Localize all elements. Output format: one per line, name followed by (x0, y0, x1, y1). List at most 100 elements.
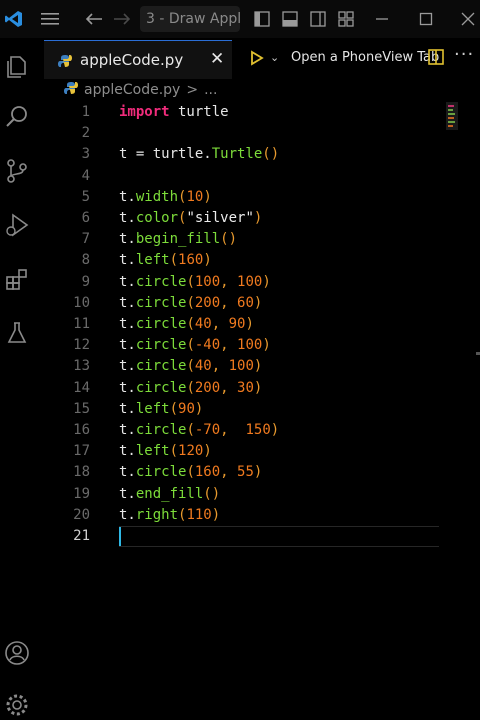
line-number: 10 (73, 294, 90, 311)
code-token: t. (119, 294, 136, 311)
code-text: t.circle(200, 30) (119, 378, 262, 399)
line-number: 21 (73, 528, 90, 544)
source-control-icon[interactable] (2, 156, 32, 186)
code-token: ) (203, 252, 212, 269)
scrollbar-marker[interactable] (476, 352, 480, 355)
run-python-file-icon[interactable] (250, 50, 264, 70)
code-token: 110 (186, 506, 212, 523)
toggle-secondary-sidebar-icon[interactable] (308, 6, 328, 32)
code-line[interactable]: 5 t.width(10) (34, 187, 480, 208)
minimize-icon[interactable] (372, 6, 392, 32)
maximize-icon[interactable] (416, 6, 436, 32)
code-token: begin_fill (135, 231, 221, 248)
customize-layout-icon[interactable] (336, 6, 356, 32)
window-title[interactable]: 3 - Draw Apple (140, 6, 240, 32)
line-number: 18 (73, 464, 90, 481)
code-token: -40 (194, 337, 221, 354)
code-line[interactable]: 7 t.begin_fill() (34, 229, 480, 250)
code-line[interactable]: 9 t.circle(100, 100) (34, 272, 480, 293)
code-token: ( (186, 464, 195, 481)
line-number: 2 (81, 125, 90, 142)
close-window-icon[interactable] (458, 6, 478, 32)
code-line[interactable]: 8 t.left(160) (34, 250, 480, 271)
toggle-panel-icon[interactable] (280, 6, 300, 32)
code-line[interactable]: 12 t.circle(-40, 100) (34, 335, 480, 356)
back-arrow-icon[interactable] (82, 6, 106, 32)
breadcrumb-python-file-icon (64, 81, 78, 99)
open-phoneview-tab-button[interactable]: Open a PhoneView Tab (291, 50, 439, 65)
code-line[interactable]: 18 t.circle(160, 55) (34, 462, 480, 483)
line-number: 17 (73, 443, 90, 460)
line-number: 3 (81, 146, 90, 163)
testing-icon[interactable] (2, 318, 32, 348)
code-line[interactable]: 6 t.color("silver") (34, 208, 480, 229)
menu-icon[interactable] (38, 6, 62, 32)
code-token: , (220, 337, 238, 354)
code-token: , (220, 273, 238, 290)
code-token: 100 (237, 337, 263, 354)
code-line[interactable]: 2 (34, 123, 480, 144)
code-token: () (220, 231, 238, 248)
breadcrumb-separator: > (186, 82, 199, 98)
code-token: ) (253, 210, 263, 226)
manage-gear-icon[interactable] (2, 690, 32, 720)
code-token: 90 (228, 316, 246, 332)
code-line[interactable]: 10 t.circle(200, 60) (34, 293, 480, 314)
code-token: t. (119, 485, 136, 502)
code-line[interactable]: 13 t.circle(40, 100) (34, 356, 480, 377)
code-token: t. (119, 422, 136, 438)
editor-tab-bar: appleCode.py ✕ ⌄ Open a PhoneView Tab ··… (34, 38, 480, 79)
forward-arrow-icon[interactable] (110, 6, 134, 32)
extensions-icon[interactable] (2, 264, 32, 294)
code-token: t. (119, 188, 136, 205)
account-icon[interactable] (2, 638, 32, 668)
tab-appleCode-py[interactable]: appleCode.py ✕ (44, 40, 232, 79)
code-token: end_fill (135, 485, 204, 502)
code-token: t. (119, 400, 136, 417)
python-file-icon (58, 53, 72, 67)
breadcrumb-symbols[interactable]: ... (204, 82, 217, 98)
line-number: 16 (73, 422, 90, 438)
minimap[interactable] (446, 102, 458, 130)
code-line[interactable]: 11 t.circle(40, 90) (34, 314, 480, 335)
code-line[interactable]: 21 (34, 526, 480, 547)
more-actions-icon[interactable]: ··· (454, 44, 474, 65)
code-token: right (135, 506, 179, 523)
code-token: ) (253, 294, 263, 311)
code-token: circle (135, 273, 187, 290)
search-icon[interactable] (2, 102, 32, 132)
explorer-icon[interactable] (2, 52, 32, 82)
code-line[interactable]: 16 t.circle(-70, 150) (34, 420, 480, 441)
code-token: ) (203, 188, 212, 205)
code-line[interactable]: 20 t.right(110) (34, 505, 480, 526)
code-token: 160 (178, 252, 204, 269)
code-line[interactable]: 19 t.end_fill() (34, 484, 480, 505)
breadcrumb: appleCode.py > ... (64, 80, 217, 100)
code-line[interactable]: 15 t.left(90) (34, 399, 480, 420)
code-token: circle (135, 337, 187, 354)
code-text: t.circle(100, 100) (119, 272, 271, 293)
code-text: t.circle(-40, 100) (119, 335, 271, 356)
split-editor-icon[interactable] (428, 49, 444, 69)
vscode-logo-icon (2, 6, 26, 32)
code-text: t.right(110) (119, 505, 220, 526)
code-token: ( (186, 316, 195, 332)
close-tab-icon[interactable]: ✕ (210, 49, 224, 69)
code-token: ) (270, 422, 280, 438)
code-editor[interactable]: 1 import turtle 2 3 t = turtle.Turtle() 4 5 t.w… (34, 100, 480, 720)
code-token: , (211, 358, 229, 375)
code-line[interactable]: 1 import turtle (34, 102, 480, 123)
run-options-chevron-down-icon[interactable]: ⌄ (270, 51, 279, 64)
code-line[interactable]: 17 t.left(120) (34, 441, 480, 462)
code-line[interactable]: 14 t.circle(200, 30) (34, 378, 480, 399)
code-line[interactable]: 4 (34, 166, 480, 187)
code-token: width (135, 188, 179, 205)
line-number: 15 (73, 400, 90, 417)
run-debug-icon[interactable] (2, 210, 32, 240)
breadcrumb-file[interactable]: appleCode.py (84, 82, 180, 98)
code-token: 160 (194, 464, 221, 481)
tab-filename: appleCode.py (80, 51, 184, 69)
code-text: t.end_fill() (119, 484, 220, 505)
code-line[interactable]: 3 t = turtle.Turtle() (34, 144, 480, 165)
toggle-sidebar-icon[interactable] (252, 6, 272, 32)
